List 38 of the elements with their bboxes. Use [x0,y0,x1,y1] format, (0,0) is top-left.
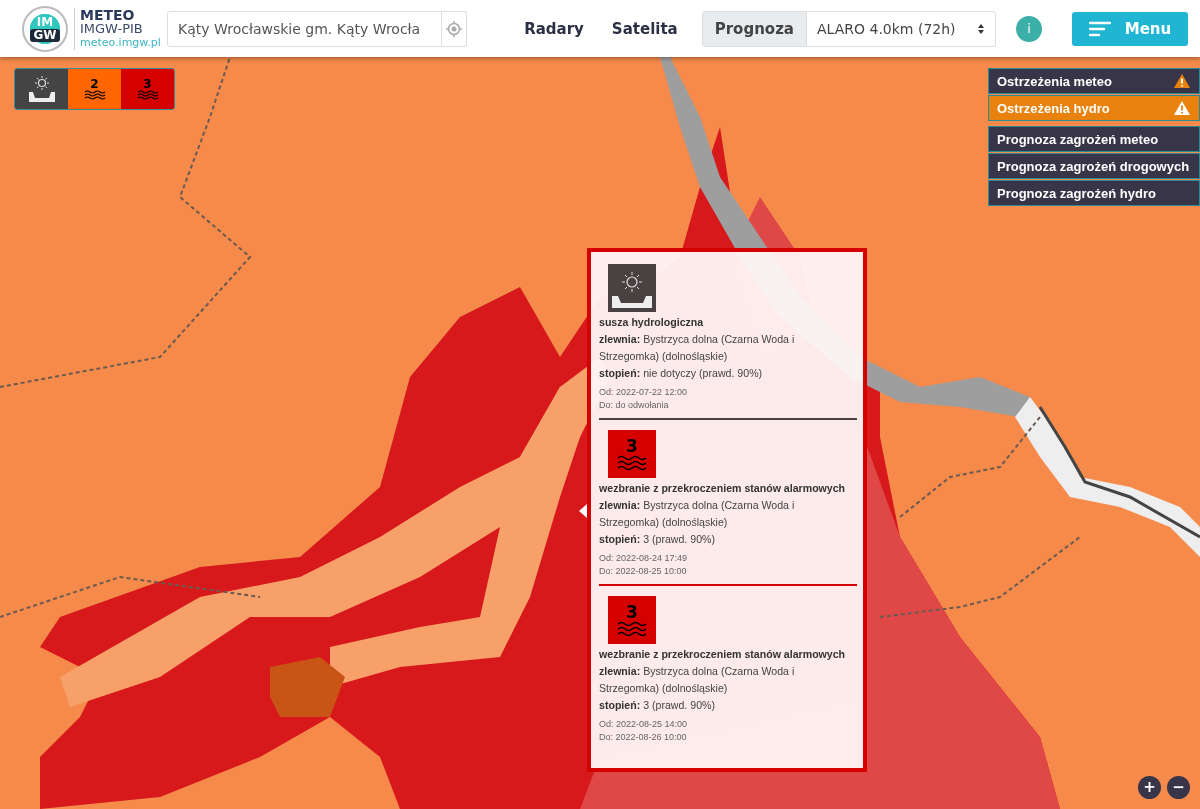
end-date: Do: 2022-08-25 10:00 [599,565,688,578]
layer-item[interactable]: Prognoza zagrożeń meteo [988,126,1200,152]
warning-title: wezbranie z przekroczeniem stanów alarmowych [599,647,847,662]
warning-title: wezbranie z przekroczeniem stanów alarmowych [599,481,847,496]
degree-text: stopień: nie dotyczy (prawd. 90%) [599,366,764,381]
basin-text: zlewnia: Bystrzyca dolna (Czarna Woda i Strzegomka) (dolnośląskie) [599,332,796,364]
legend-swatch[interactable] [15,69,68,109]
basin-text: zlewnia: Bystrzyca dolna (Czarna Woda i Strzegomka) (dolnośląskie) [599,498,796,530]
start-date: Od: 2022-07-22 12:00 [599,386,689,399]
end-date: Do: do odwołania [599,399,670,412]
warning-level-icon: 3 [608,596,656,644]
site-url: meteo.imgw.pl [80,35,161,50]
start-date: Od: 2022-08-24 17:49 [599,552,689,565]
logo-title: METEO [80,7,136,22]
nav-link[interactable]: Satelita [611,19,678,38]
degree-text: stopień: 3 (prawd. 90%) [599,532,716,547]
warning-level-icon: 3 [608,430,656,478]
search-field[interactable]: Kąty Wrocławskie gm. Kąty Wrocła [167,10,442,47]
layer-item[interactable]: Prognoza zagrożeń drogowych [988,153,1200,179]
start-date: Od: 2022-08-25 14:00 [599,718,689,731]
degree-text: stopień: 3 (prawd. 90%) [599,698,716,713]
layer-item[interactable]: Prognoza zagrożeń hydro [988,180,1200,206]
warning-title: susza hydrologiczna [599,315,705,330]
logo-subtitle: IMGW-PIB [80,21,144,36]
nav-link[interactable]: Radary [524,19,584,38]
crosshair-icon [446,20,462,37]
basin-text: zlewnia: Bystrzyca dolna (Czarna Woda i Strzegomka) (dolnośląskie) [599,664,796,696]
layer-item[interactable]: Ostrzeżenia meteo [988,68,1200,94]
drought-icon [26,76,57,102]
waves-icon [83,90,106,100]
legend-swatch[interactable]: 2 [68,69,121,109]
level-number: 3 [143,78,152,90]
legend-swatch[interactable]: 3 [121,69,174,109]
logo-emblem: IM GW [22,5,68,52]
menu-icon [1088,20,1111,37]
end-date: Do: 2022-08-26 10:00 [599,731,688,744]
waves-icon [136,90,159,100]
level-number: 2 [90,78,99,90]
